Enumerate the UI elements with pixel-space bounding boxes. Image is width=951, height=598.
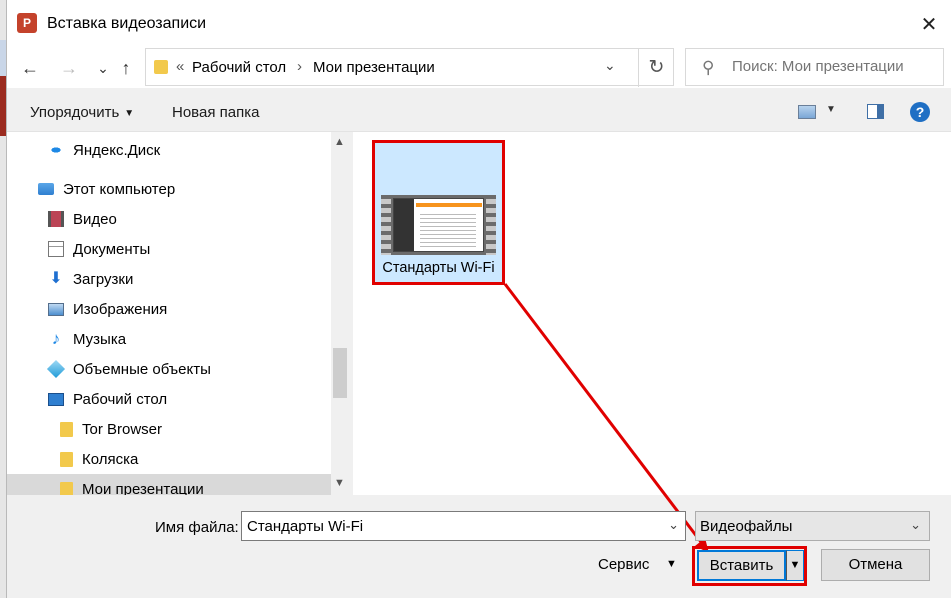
chevron-down-icon[interactable]: ⌄ bbox=[668, 517, 679, 533]
tools-button[interactable]: Сервис bbox=[598, 556, 649, 573]
insert-options-dropdown[interactable]: ▼ bbox=[786, 550, 804, 581]
scrollbar-thumb[interactable] bbox=[333, 348, 347, 398]
recent-locations-button[interactable]: ⌄ bbox=[91, 56, 115, 80]
back-button[interactable]: ← bbox=[18, 56, 42, 80]
thumbnail-screenshot bbox=[393, 198, 484, 252]
file-name: Стандарты Wi-Fi bbox=[382, 260, 495, 276]
navigation-scrollbar[interactable]: ▲ ▼ bbox=[331, 132, 349, 495]
sidebar-item-desktop[interactable]: Рабочий стол bbox=[7, 384, 331, 414]
folder-icon bbox=[60, 451, 73, 467]
thumbnail-text-lines bbox=[420, 211, 476, 247]
sidebar-item-label: Объемные объекты bbox=[73, 360, 211, 378]
sidebar-item-downloads[interactable]: ⬇ Загрузки bbox=[7, 264, 331, 294]
chevron-down-icon: ⌄ bbox=[910, 517, 921, 532]
sidebar-item-kolyaska[interactable]: Коляска bbox=[7, 444, 331, 474]
sidebar-item-label: Этот компьютер bbox=[63, 180, 176, 198]
organize-label: Упорядочить bbox=[30, 104, 120, 121]
sidebar-item-pictures[interactable]: Изображения bbox=[7, 294, 331, 324]
search-icon: ⚲ bbox=[702, 58, 715, 77]
scroll-down-icon[interactable]: ▼ bbox=[334, 477, 345, 489]
close-button[interactable]: ✕ bbox=[906, 0, 951, 48]
pictures-icon bbox=[48, 302, 64, 316]
caret-down-icon[interactable]: ▼ bbox=[666, 558, 677, 570]
address-bar[interactable]: « Рабочий стол › Мои презентации ⌄ ↻ bbox=[145, 48, 674, 87]
preview-pane-icon[interactable] bbox=[867, 104, 884, 119]
cancel-button[interactable]: Отмена bbox=[821, 549, 930, 581]
video-folder-icon bbox=[48, 211, 64, 227]
breadcrumb-my-presentations[interactable]: Мои презентации bbox=[313, 59, 435, 76]
change-view-icon[interactable] bbox=[798, 105, 816, 119]
cloud-icon bbox=[46, 144, 66, 156]
filename-label: Имя файла: bbox=[155, 519, 239, 536]
sidebar-item-label: Видео bbox=[73, 210, 117, 228]
file-list: Стандарты Wi-Fi bbox=[353, 132, 951, 495]
filmstrip-edge bbox=[486, 195, 496, 255]
downloads-icon: ⬇ bbox=[49, 270, 63, 287]
folder-icon bbox=[60, 421, 73, 437]
view-options-caret-icon[interactable]: ▼ bbox=[826, 104, 836, 115]
desktop-icon bbox=[48, 392, 64, 406]
dialog-title: Вставка видеозаписи bbox=[47, 15, 207, 32]
sidebar-item-tor-browser[interactable]: Tor Browser bbox=[7, 414, 331, 444]
sidebar-item-videos[interactable]: Видео bbox=[7, 204, 331, 234]
sidebar-item-music[interactable]: ♪ Музыка bbox=[7, 324, 331, 354]
music-icon: ♪ bbox=[51, 329, 61, 348]
breadcrumb-separator[interactable]: › bbox=[297, 58, 302, 75]
sidebar-item-label: Коляска bbox=[82, 450, 139, 468]
new-folder-button[interactable]: Новая папка bbox=[172, 104, 259, 121]
search-box[interactable]: ⚲ bbox=[685, 48, 944, 86]
refresh-button[interactable]: ↻ bbox=[638, 49, 674, 87]
search-input[interactable] bbox=[732, 58, 932, 75]
documents-icon bbox=[48, 241, 64, 257]
navigation-bar: ← → ⌄ ↑ « Рабочий стол › Мои презентации… bbox=[7, 48, 951, 88]
insert-video-dialog: P Вставка видеозаписи ✕ ← → ⌄ ↑ « Рабочи… bbox=[6, 0, 951, 598]
forward-button[interactable]: → bbox=[57, 56, 81, 80]
help-icon[interactable]: ? bbox=[910, 102, 930, 122]
title-bar: P Вставка видеозаписи ✕ bbox=[7, 0, 951, 48]
filetype-select[interactable]: Видеофайлы ⌄ bbox=[695, 511, 930, 541]
sidebar-item-label: Рабочий стол bbox=[73, 390, 168, 408]
breadcrumb-desktop[interactable]: Рабочий стол bbox=[192, 59, 286, 76]
filename-field[interactable]: Стандарты Wi-Fi ⌄ bbox=[241, 511, 686, 541]
command-bar: Упорядочить ▼ Новая папка ▼ ? bbox=[7, 88, 951, 132]
organize-button[interactable]: Упорядочить ▼ bbox=[30, 104, 134, 121]
computer-icon bbox=[38, 183, 54, 195]
insert-button[interactable]: Вставить bbox=[697, 550, 786, 581]
folder-icon bbox=[154, 60, 168, 74]
powerpoint-icon: P bbox=[17, 13, 37, 33]
video-thumbnail bbox=[381, 195, 496, 255]
3d-objects-icon bbox=[46, 359, 66, 379]
sidebar-item-label: Загрузки bbox=[73, 270, 134, 288]
file-item-video[interactable]: Стандарты Wi-Fi bbox=[372, 140, 505, 285]
sidebar-item-this-pc[interactable]: Этот компьютер bbox=[7, 174, 331, 204]
filmstrip-edge bbox=[381, 195, 391, 255]
caret-down-icon: ▼ bbox=[124, 107, 135, 119]
up-button[interactable]: ↑ bbox=[114, 56, 138, 80]
navigation-pane: Яндекс.Диск Этот компьютер Видео Докумен… bbox=[7, 132, 349, 495]
sidebar-item-3d-objects[interactable]: Объемные объекты bbox=[7, 354, 331, 384]
sidebar-item-my-presentations[interactable]: Мои презентации bbox=[7, 474, 331, 495]
chevron-down-icon[interactable]: ⌄ bbox=[604, 57, 616, 74]
breadcrumb-overflow[interactable]: « bbox=[176, 58, 184, 75]
sidebar-item-label: Изображения bbox=[73, 300, 168, 318]
sidebar-item-label: Яндекс.Диск bbox=[73, 141, 161, 159]
scroll-up-icon[interactable]: ▲ bbox=[334, 136, 345, 148]
sidebar-item-label: Музыка bbox=[73, 330, 127, 348]
filename-value: Стандарты Wi-Fi bbox=[247, 518, 364, 535]
sidebar-item-yandex-disk[interactable]: Яндекс.Диск bbox=[7, 135, 331, 165]
filetype-value: Видеофайлы bbox=[700, 518, 793, 535]
sidebar-item-documents[interactable]: Документы bbox=[7, 234, 331, 264]
sidebar-item-label: Мои презентации bbox=[82, 480, 204, 496]
sidebar-item-label: Tor Browser bbox=[82, 420, 163, 438]
sidebar-item-label: Документы bbox=[73, 240, 151, 258]
folder-icon bbox=[60, 481, 73, 495]
thumbnail-header bbox=[416, 203, 482, 207]
thumbnail-sidebar bbox=[394, 199, 414, 251]
